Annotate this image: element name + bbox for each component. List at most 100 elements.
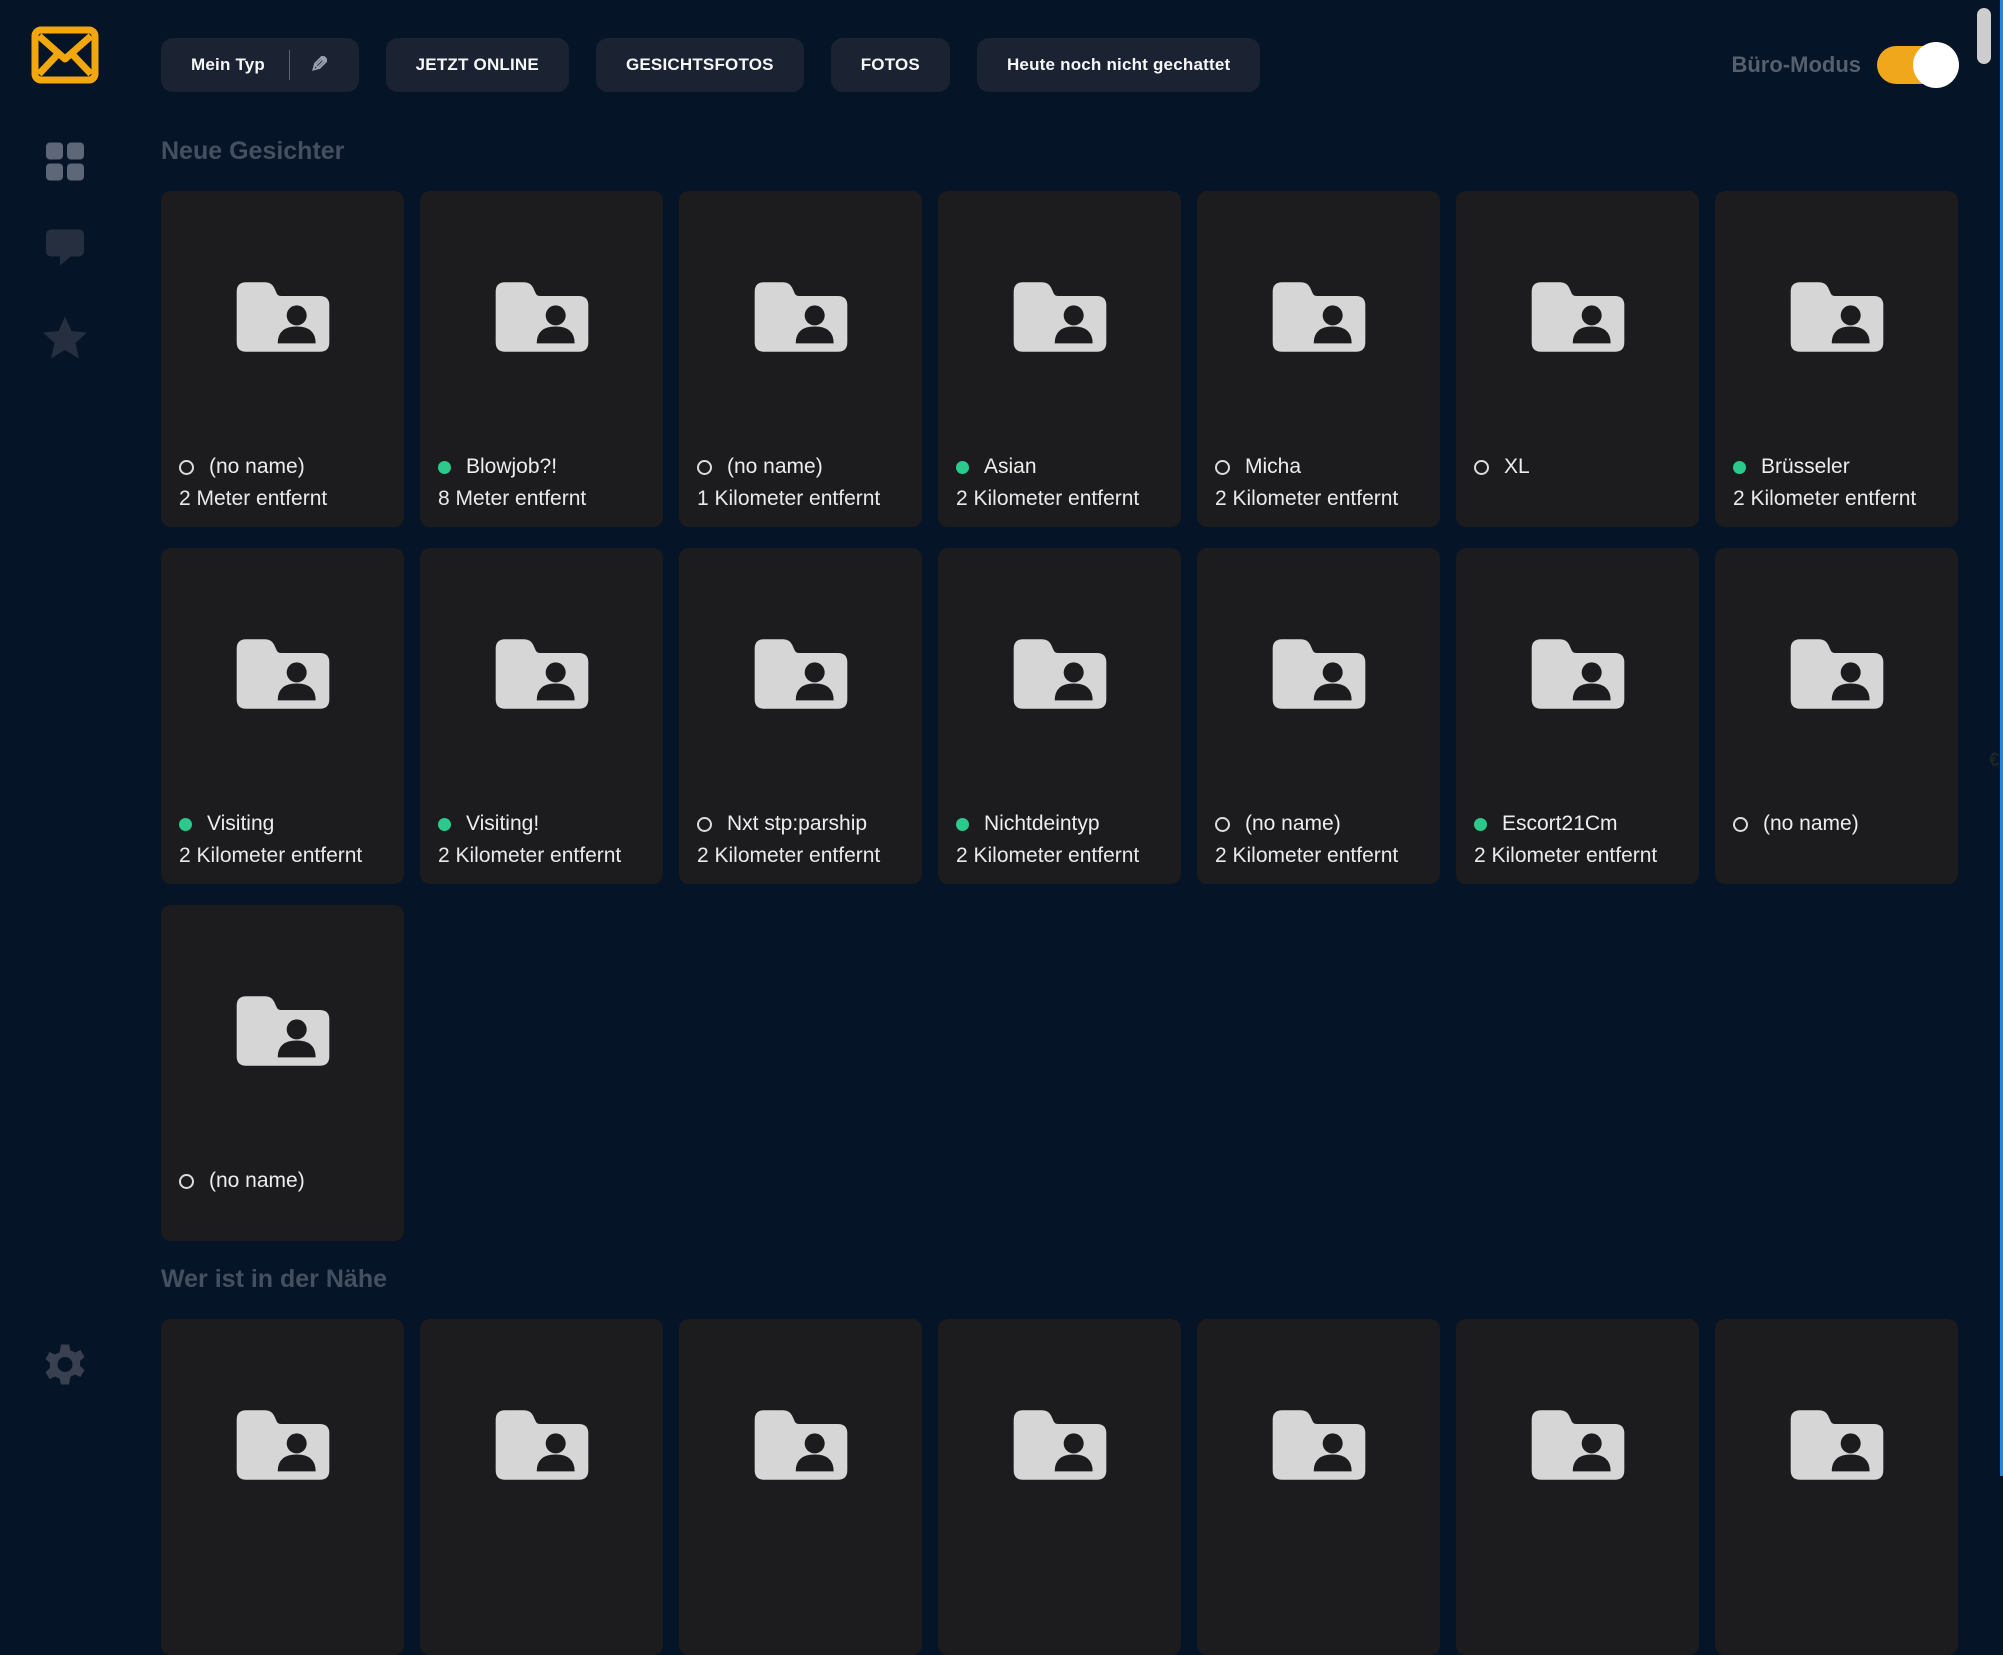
profile-card[interactable]: Nichtdeintyp2 Kilometer entfernt	[938, 548, 1181, 884]
filter-chip-fotos[interactable]: FOTOS	[831, 38, 950, 92]
profile-name: (no name)	[209, 455, 305, 479]
profile-placeholder-icon	[230, 1405, 336, 1490]
profile-card[interactable]: Blowjob?!8 Meter entfernt	[420, 191, 663, 527]
profile-placeholder-icon	[1266, 634, 1372, 719]
profile-distance: 2 Kilometer entfernt	[956, 483, 1171, 515]
toggle-knob	[1913, 42, 1959, 88]
profile-card[interactable]	[161, 1319, 404, 1655]
profile-distance: 2 Kilometer entfernt	[1215, 483, 1430, 515]
online-status-dot	[438, 818, 451, 831]
filter-chip-heute-noch-nicht-gechattet[interactable]: Heute noch nicht gechattet	[977, 38, 1260, 92]
profile-distance: 2 Meter entfernt	[179, 483, 394, 515]
profile-placeholder-icon	[1007, 277, 1113, 362]
profile-card[interactable]	[1456, 1319, 1699, 1655]
profile-name: Micha	[1245, 455, 1301, 479]
profile-card[interactable]	[1715, 1319, 1958, 1655]
profile-card[interactable]: Escort21Cm 2 Kilometer entfernt	[1456, 548, 1699, 884]
profile-distance: 2 Kilometer entfernt	[1474, 840, 1689, 872]
profile-distance: 1 Kilometer entfernt	[697, 483, 912, 515]
profile-placeholder-icon	[1784, 277, 1890, 362]
profile-info: (no name)	[179, 1165, 394, 1229]
profile-placeholder-icon	[1784, 634, 1890, 719]
profile-placeholder-icon	[1266, 277, 1372, 362]
profile-card[interactable]	[938, 1319, 1181, 1655]
profile-info: (no name) 1 Kilometer entfernt	[697, 451, 912, 515]
profile-info: Visiting2 Kilometer entfernt	[179, 808, 394, 872]
filter-chip-label: JETZT ONLINE	[416, 55, 539, 75]
profile-placeholder-icon	[489, 1405, 595, 1490]
profile-card[interactable]: (no name)2 Kilometer entfernt	[1197, 548, 1440, 884]
section-title: Wer ist in der Nähe	[161, 1264, 1958, 1294]
grid-icon[interactable]	[44, 141, 86, 188]
profile-card[interactable]: Visiting!2 Kilometer entfernt	[420, 548, 663, 884]
profile-info: Nichtdeintyp2 Kilometer entfernt	[956, 808, 1171, 872]
offline-status-dot	[1733, 817, 1748, 832]
profile-name: (no name)	[727, 455, 823, 479]
office-mode-toggle[interactable]	[1877, 46, 1955, 84]
profile-card[interactable]: Nxt stp:parship 2 Kilometer entfernt	[679, 548, 922, 884]
gear-icon[interactable]	[43, 1343, 87, 1392]
sidebar	[0, 0, 130, 1476]
online-status-dot	[1733, 461, 1746, 474]
profile-name: (no name)	[1763, 812, 1859, 836]
pencil-icon[interactable]: ✎	[310, 52, 329, 78]
profile-card[interactable]: Brüsseler2 Kilometer entfernt	[1715, 191, 1958, 527]
profile-distance: 2 Kilometer entfernt	[956, 840, 1171, 872]
distance-spacer	[1474, 483, 1689, 515]
profile-card[interactable]: (no name)	[1715, 548, 1958, 884]
profile-placeholder-icon	[230, 277, 336, 362]
online-status-dot	[956, 818, 969, 831]
profile-name: Escort21Cm	[1502, 812, 1618, 836]
distance-spacer	[179, 1197, 394, 1229]
profile-distance: 2 Kilometer entfernt	[438, 840, 653, 872]
profile-distance: 2 Kilometer entfernt	[697, 840, 912, 872]
profile-info: (no name)	[1733, 808, 1948, 872]
profile-distance: 2 Kilometer entfernt	[1215, 840, 1430, 872]
profile-card[interactable]: Visiting2 Kilometer entfernt	[161, 548, 404, 884]
profile-card[interactable]	[679, 1319, 922, 1655]
profile-grid: (no name) 2 Meter entfernt Blowjob?!8 Met…	[161, 191, 1958, 1241]
profile-placeholder-icon	[1525, 1405, 1631, 1490]
chat-icon[interactable]	[44, 228, 86, 273]
filter-chip-label: GESICHTSFOTOS	[626, 55, 774, 75]
online-status-dot	[438, 461, 451, 474]
profile-card[interactable]: Micha 2 Kilometer entfernt	[1197, 191, 1440, 527]
chip-divider	[289, 50, 290, 80]
offline-status-dot	[179, 460, 194, 475]
profile-grid	[161, 1319, 1958, 1655]
profile-info: Nxt stp:parship 2 Kilometer entfernt	[697, 808, 912, 872]
app-logo-envelope-icon[interactable]	[31, 26, 99, 84]
section-title: Neue Gesichter	[161, 136, 1958, 166]
profile-info: Brüsseler2 Kilometer entfernt	[1733, 451, 1948, 515]
offline-status-dot	[697, 460, 712, 475]
profile-card[interactable]	[420, 1319, 663, 1655]
filter-chip-label: Heute noch nicht gechattet	[1007, 55, 1230, 75]
offline-status-dot	[1215, 460, 1230, 475]
profile-card[interactable]: Asian 2 Kilometer entfernt	[938, 191, 1181, 527]
profile-placeholder-icon	[489, 277, 595, 362]
filter-chip-jetzt-online[interactable]: JETZT ONLINE	[386, 38, 569, 92]
offline-status-dot	[179, 1174, 194, 1189]
profile-placeholder-icon	[489, 634, 595, 719]
office-mode-label: Büro-Modus	[1731, 52, 1861, 78]
profile-card[interactable]: (no name) 1 Kilometer entfernt	[679, 191, 922, 527]
profile-info: Escort21Cm 2 Kilometer entfernt	[1474, 808, 1689, 872]
star-icon[interactable]	[42, 316, 88, 365]
profile-card[interactable]: (no name)	[161, 905, 404, 1241]
profile-name: Nxt stp:parship	[727, 812, 867, 836]
profile-card[interactable]: (no name) 2 Meter entfernt	[161, 191, 404, 527]
online-status-dot	[1474, 818, 1487, 831]
filter-chip-gesichtsfotos[interactable]: GESICHTSFOTOS	[596, 38, 804, 92]
profile-card[interactable]	[1197, 1319, 1440, 1655]
profile-info: (no name)2 Kilometer entfernt	[1215, 808, 1430, 872]
profile-name: Asian	[984, 455, 1037, 479]
profile-placeholder-icon	[1007, 634, 1113, 719]
scrollbar-thumb[interactable]	[1977, 8, 1991, 64]
filter-chip-mein-typ[interactable]: Mein Typ✎	[161, 38, 359, 92]
filter-bar: Mein Typ✎ JETZT ONLINE GESICHTSFOTOS FOTOS H…	[161, 38, 1955, 92]
filter-chips: Mein Typ✎ JETZT ONLINE GESICHTSFOTOS FOTOS H…	[161, 38, 1260, 92]
profile-card[interactable]: XL	[1456, 191, 1699, 527]
profile-name: Brüsseler	[1761, 455, 1850, 479]
profile-placeholder-icon	[230, 634, 336, 719]
distance-spacer	[1733, 840, 1948, 872]
